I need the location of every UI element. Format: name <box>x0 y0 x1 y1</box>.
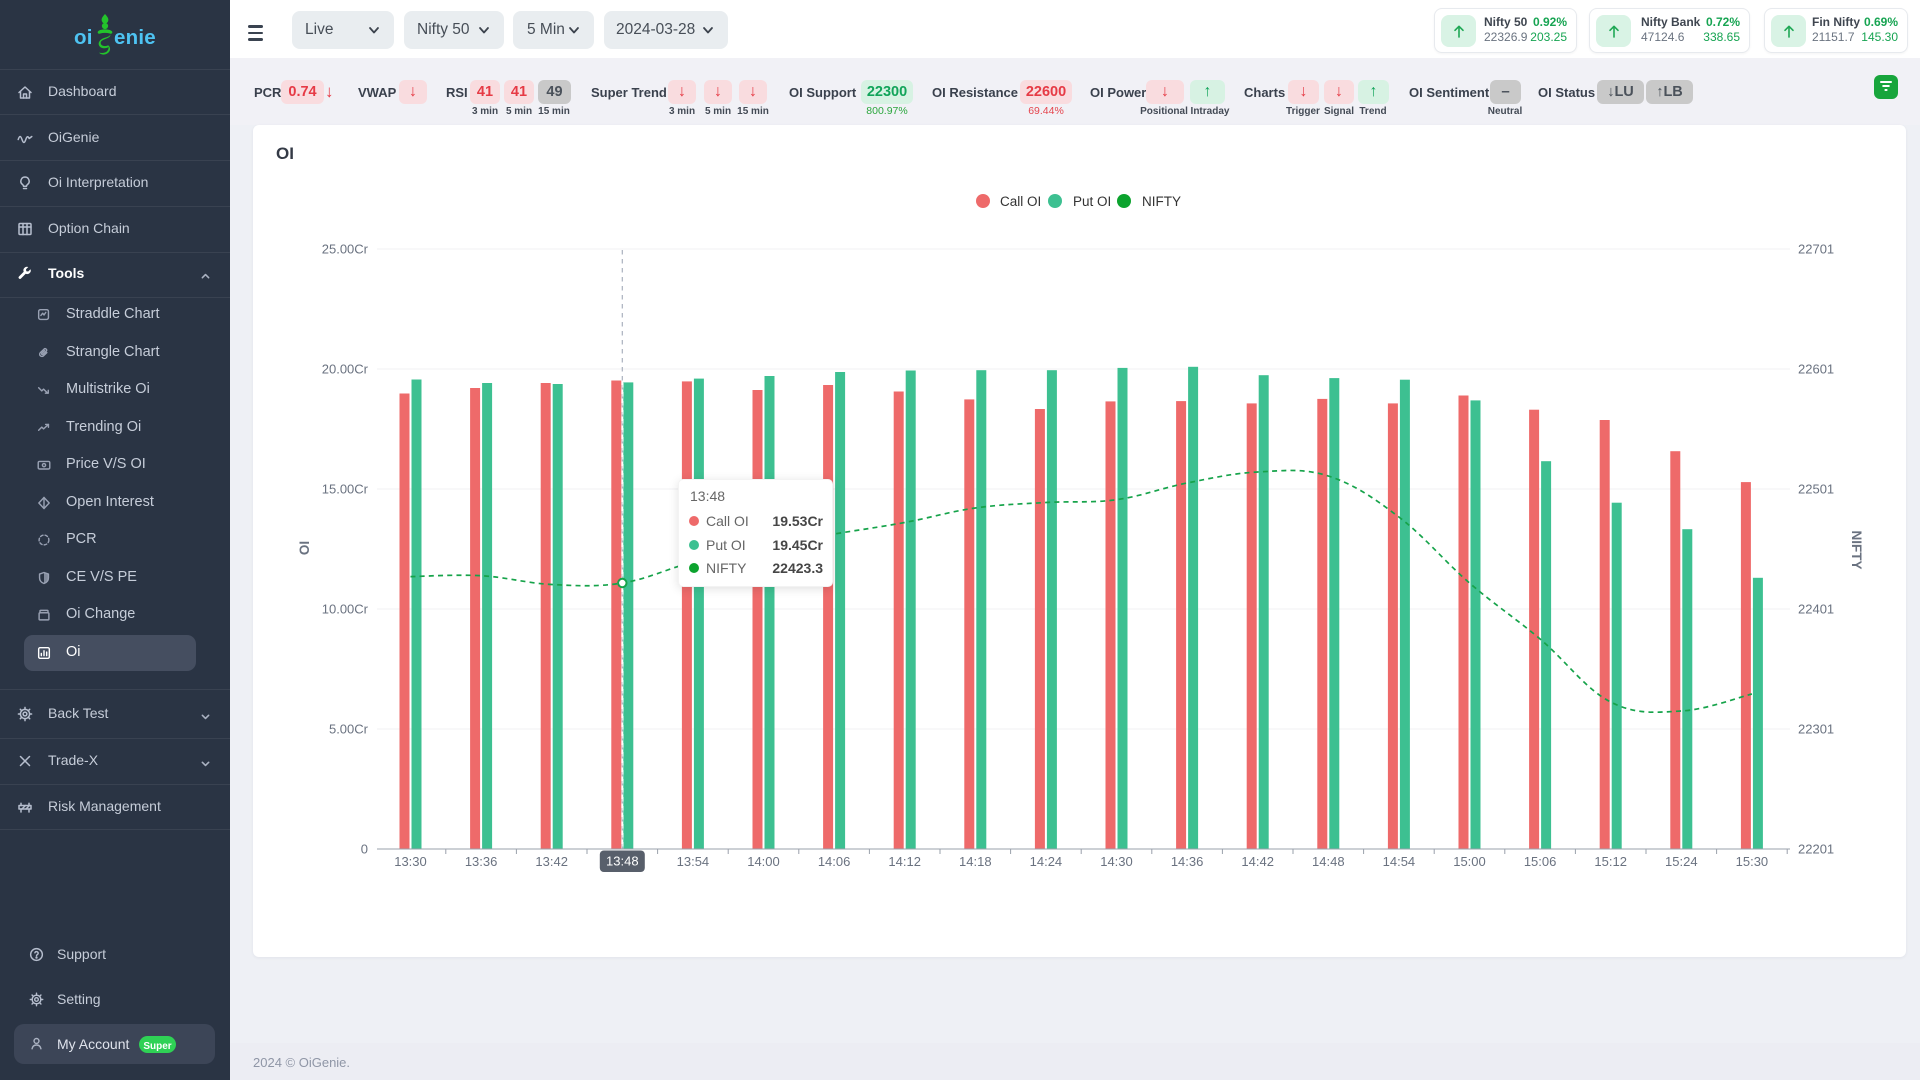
svg-text:14:18: 14:18 <box>959 854 992 869</box>
svg-text:15.00Cr: 15.00Cr <box>322 482 369 497</box>
svg-text:13:54: 13:54 <box>677 854 710 869</box>
svg-text:10.00Cr: 10.00Cr <box>322 602 369 617</box>
svg-text:25.00Cr: 25.00Cr <box>322 242 369 257</box>
svg-text:15:06: 15:06 <box>1524 854 1557 869</box>
svg-text:13:42: 13:42 <box>535 854 568 869</box>
svg-text:13:30: 13:30 <box>394 854 427 869</box>
svg-text:OI: OI <box>276 144 294 163</box>
svg-text:14:36: 14:36 <box>1171 854 1204 869</box>
svg-text:22201: 22201 <box>1798 842 1834 857</box>
svg-text:14:06: 14:06 <box>818 854 851 869</box>
svg-text:15:30: 15:30 <box>1736 854 1769 869</box>
svg-text:14:12: 14:12 <box>888 854 921 869</box>
svg-text:5.00Cr: 5.00Cr <box>329 722 369 737</box>
svg-text:14:48: 14:48 <box>1312 854 1345 869</box>
svg-text:NIFTY: NIFTY <box>1849 531 1864 570</box>
svg-text:13:36: 13:36 <box>465 854 498 869</box>
svg-text:22301: 22301 <box>1798 722 1834 737</box>
svg-text:NIFTY: NIFTY <box>1142 194 1181 209</box>
svg-text:Put OI: Put OI <box>1073 194 1111 209</box>
svg-text:22401: 22401 <box>1798 602 1834 617</box>
svg-text:22601: 22601 <box>1798 362 1834 377</box>
svg-text:14:00: 14:00 <box>747 854 780 869</box>
svg-text:Call OI: Call OI <box>1000 194 1041 209</box>
svg-text:15:12: 15:12 <box>1594 854 1627 869</box>
svg-text:14:42: 14:42 <box>1241 854 1274 869</box>
svg-text:OI: OI <box>297 541 312 555</box>
svg-text:14:24: 14:24 <box>1030 854 1063 869</box>
svg-text:14:30: 14:30 <box>1100 854 1133 869</box>
svg-text:22701: 22701 <box>1798 242 1834 257</box>
svg-text:13:48: 13:48 <box>606 854 639 869</box>
svg-text:20.00Cr: 20.00Cr <box>322 362 369 377</box>
svg-text:22501: 22501 <box>1798 482 1834 497</box>
svg-text:15:00: 15:00 <box>1453 854 1486 869</box>
svg-text:0: 0 <box>361 842 368 857</box>
svg-text:15:24: 15:24 <box>1665 854 1698 869</box>
svg-text:14:54: 14:54 <box>1383 854 1416 869</box>
